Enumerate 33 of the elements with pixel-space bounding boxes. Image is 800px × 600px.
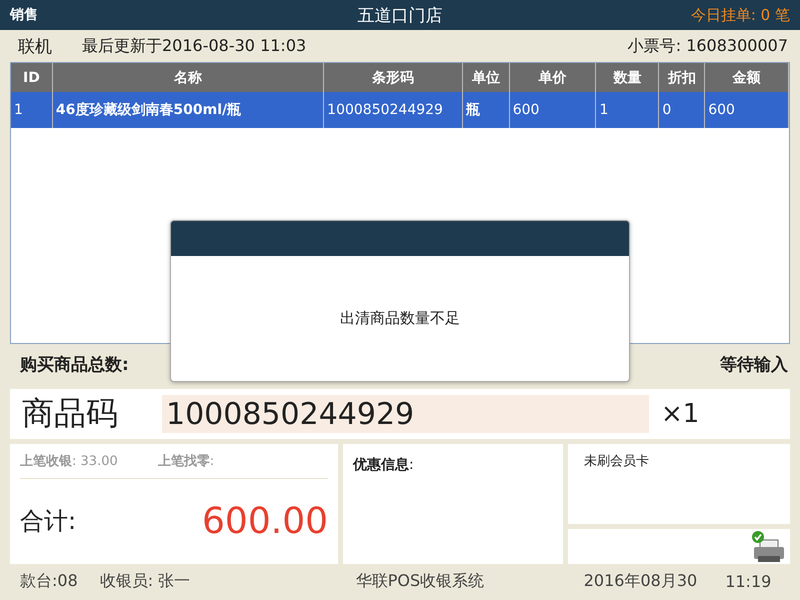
system-name: 华联POS收银系统 [356,571,486,592]
table-cell: 1000850244929 [324,92,463,128]
table-cell: 1 [596,92,660,128]
printer-icon [754,539,784,562]
pending-orders: 今日挂单: 0 笔 [690,6,790,24]
table-cell: 600 [705,92,789,128]
date: 2016年08月30 [584,571,698,592]
receipt-number: 小票号: 1608300007 [628,36,788,56]
product-code-label: 商品码 [22,393,119,434]
last-change: 上笔找零: [158,453,214,470]
quantity-multiplier: ×1 [661,399,700,429]
product-code-field[interactable]: 1000850244929 [162,395,649,433]
last-paid: 上笔收银: 33.00 [20,453,118,470]
total-items-label: 购买商品总数: [20,354,129,376]
table-cell: 0 [659,92,706,128]
table-cell: 瓶 [462,92,510,128]
cashier-name: 收银员: 张一 [100,571,192,592]
last-update: 最后更新于2016-08-30 11:03 [82,36,308,56]
promo-label: 优惠信息: [353,457,414,473]
store-name: 五道口门店 [356,4,444,26]
counter-number: 款台:08 [20,571,78,592]
dialog-message: 出清商品数量不足 [340,309,460,328]
mode-label: 销售 [10,6,39,24]
total-amount: 600.00 [202,500,328,542]
member-status: 未刷会员卡 [584,454,649,469]
table-cell: 600 [510,92,596,128]
time: 11:19 [725,572,772,591]
input-status: 等待输入 [720,354,788,376]
connection-status: 联机 [18,36,53,58]
total-label: 合计: [20,506,76,537]
table-cell: 46度珍藏级剑南春500ml/瓶 [52,92,324,128]
table-cell: 1 [11,92,53,128]
table-row[interactable]: 1 46度珍藏级剑南春500ml/瓶 1000850244929 瓶 600 1 0 600 [11,92,789,128]
